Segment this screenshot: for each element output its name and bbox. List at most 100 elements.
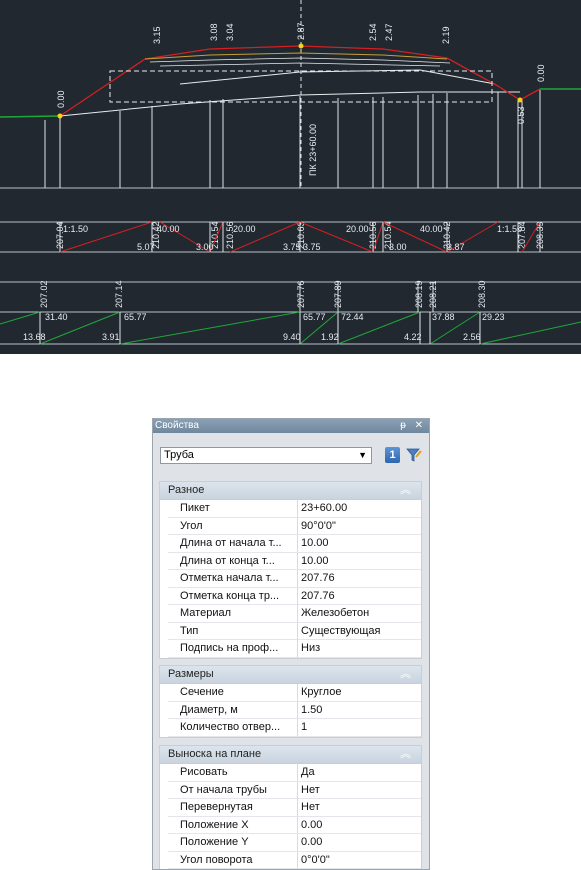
property-value[interactable]: Железобетон (298, 605, 421, 623)
property-value[interactable]: 0.00 (298, 834, 421, 852)
property-name: Положение X (168, 816, 298, 834)
slope-length-label: 3.87 (447, 242, 465, 252)
property-value[interactable]: 1 (298, 719, 421, 737)
property-row[interactable]: Длина от конца т... 10.00 (160, 552, 421, 570)
slope-label: 1:1.50 (63, 224, 88, 234)
property-name: Длина от начала т... (168, 535, 298, 553)
slope-length-label: 3.00 (196, 242, 214, 252)
property-row[interactable]: Подпись на проф... Низ (160, 640, 421, 658)
property-name: Угол (168, 517, 298, 535)
ground-slope-label: 3.91 (102, 332, 120, 342)
ground-distance-label: 29.23 (482, 312, 505, 322)
collapse-chevron-icon[interactable]: ︽ (400, 746, 411, 763)
ground-elevation-label: 207.89 (333, 280, 343, 308)
property-value[interactable]: Круглое (298, 684, 421, 702)
collapse-chevron-icon[interactable]: ︽ (400, 666, 411, 683)
property-name: Диаметр, м (168, 701, 298, 719)
property-row[interactable]: Сечение Круглое (160, 684, 421, 702)
ground-distance-label: 72.44 (341, 312, 364, 322)
property-section: Разное ︽ Пикет 23+60.00 Угол 90°0'0" Длина от … (159, 481, 422, 659)
property-value[interactable]: 207.76 (298, 570, 421, 588)
property-row[interactable]: Тип Существующая (160, 622, 421, 640)
filter-icon[interactable] (405, 447, 422, 463)
top-level-label: 3.08 (209, 23, 219, 41)
property-value[interactable]: 10.00 (298, 553, 421, 570)
property-name: Положение Y (168, 834, 298, 852)
panel-window-buttons[interactable]: ᵽ ✕ (400, 419, 426, 433)
property-value[interactable]: 0.00 (298, 817, 421, 834)
property-row[interactable]: Положение X 0.00 (160, 816, 421, 834)
property-name: Материал (168, 605, 298, 623)
ground-elevation-label: 208.21 (428, 280, 438, 308)
property-row[interactable]: Перевернутая Нет (160, 799, 421, 817)
ground-elevation-label: 208.19 (414, 280, 424, 308)
object-type-select[interactable]: Труба ▼ (160, 447, 372, 464)
property-value[interactable]: Нет (298, 799, 421, 817)
property-row[interactable]: Угол поворота 0°0'0" (160, 851, 421, 869)
property-name: Длина от конца т... (168, 552, 298, 570)
properties-panel: Свойства ᵽ ✕ Труба ▼ 1 Разное ︽ Пикет 23+60… (152, 418, 430, 870)
ground-slope-label: 1.92 (321, 332, 339, 342)
property-section: Размеры ︽ Сечение Круглое Диаметр, м 1.50 Коли… (159, 665, 422, 738)
property-section: Выноска на плане ︽ Рисовать Да От начала тру… (159, 745, 422, 869)
property-value[interactable]: Нет (298, 782, 421, 799)
profile-drawing: 3.15 3.08 3.04 2.87 2.54 2.47 2.19 0.00 0.00 ПК … (0, 0, 581, 345)
property-name: От начала трубы (168, 781, 298, 799)
slope-label: 20.00 (233, 224, 256, 234)
property-name: Сечение (168, 684, 298, 702)
property-value[interactable]: 23+60.00 (298, 500, 421, 518)
top-level-label: 2.87 (296, 22, 306, 40)
property-value[interactable]: 10.00 (298, 535, 421, 553)
top-level-label: 3.04 (225, 23, 235, 41)
section-header-label: Размеры (168, 668, 214, 680)
slope-label: 40.00 (420, 224, 443, 234)
top-level-label: 0.00 (56, 90, 66, 108)
ground-distance-label: 65.77 (303, 312, 326, 322)
property-value[interactable]: Низ (298, 640, 421, 658)
slope-length-label: 3.00 (389, 242, 407, 252)
chevron-down-icon[interactable]: ▼ (358, 448, 367, 463)
property-row[interactable]: Диаметр, м 1.50 (160, 701, 421, 719)
property-row[interactable]: Рисовать Да (160, 764, 421, 782)
property-row[interactable]: Положение Y 0.00 (160, 834, 421, 852)
ground-elevation-label: 207.76 (296, 280, 306, 308)
object-type-value: Труба (164, 449, 194, 461)
property-value[interactable]: 90°0'0" (298, 518, 421, 535)
property-value[interactable]: 0°0'0" (298, 852, 421, 869)
property-row[interactable]: Длина от начала т... 10.00 (160, 535, 421, 553)
ground-distance-label: 37.88 (432, 312, 455, 322)
property-name: Угол поворота (168, 851, 298, 869)
property-name: Рисовать (168, 764, 298, 782)
panel-titlebar: Свойства ᵽ ✕ (153, 419, 429, 433)
property-value[interactable]: 1.50 (298, 702, 421, 719)
property-name: Перевернутая (168, 799, 298, 817)
section-header[interactable]: Выноска на плане ︽ (160, 746, 421, 764)
slope-length-label: 5.07 (137, 242, 155, 252)
property-name: Отметка конца тр... (168, 587, 298, 605)
property-value[interactable]: 207.76 (298, 588, 421, 605)
property-row[interactable]: Угол 90°0'0" (160, 517, 421, 535)
section-header[interactable]: Разное ︽ (160, 482, 421, 500)
property-row[interactable]: Количество отвер... 1 (160, 719, 421, 737)
slope-label: 1:1.50 (497, 224, 522, 234)
section-header[interactable]: Размеры ︽ (160, 666, 421, 684)
info-icon[interactable]: 1 (385, 447, 400, 463)
top-level-label: 2.54 (368, 23, 378, 41)
ground-distance-label: 31.40 (45, 312, 68, 322)
section-header-label: Выноска на плане (168, 748, 262, 760)
property-value[interactable]: Да (298, 764, 421, 782)
cad-profile-view[interactable]: 3.15 3.08 3.04 2.87 2.54 2.47 2.19 0.00 0.00 ПК … (0, 0, 581, 354)
panel-title: Свойства (155, 420, 199, 431)
property-value[interactable]: Существующая (298, 623, 421, 640)
property-row[interactable]: Материал Железобетон (160, 605, 421, 623)
slope-length-label: 3.75 (283, 242, 301, 252)
ground-elevation-label: 207.14 (114, 280, 124, 308)
property-row[interactable]: Отметка конца тр... 207.76 (160, 587, 421, 605)
property-row[interactable]: От начала трубы Нет (160, 781, 421, 799)
top-level-label: 2.47 (384, 23, 394, 41)
property-row[interactable]: Пикет 23+60.00 (160, 500, 421, 518)
collapse-chevron-icon[interactable]: ︽ (400, 482, 411, 499)
ground-distance-label: 65.77 (124, 312, 147, 322)
property-row[interactable]: Отметка начала т... 207.76 (160, 570, 421, 588)
ground-slope-label: 9.40 (283, 332, 301, 342)
